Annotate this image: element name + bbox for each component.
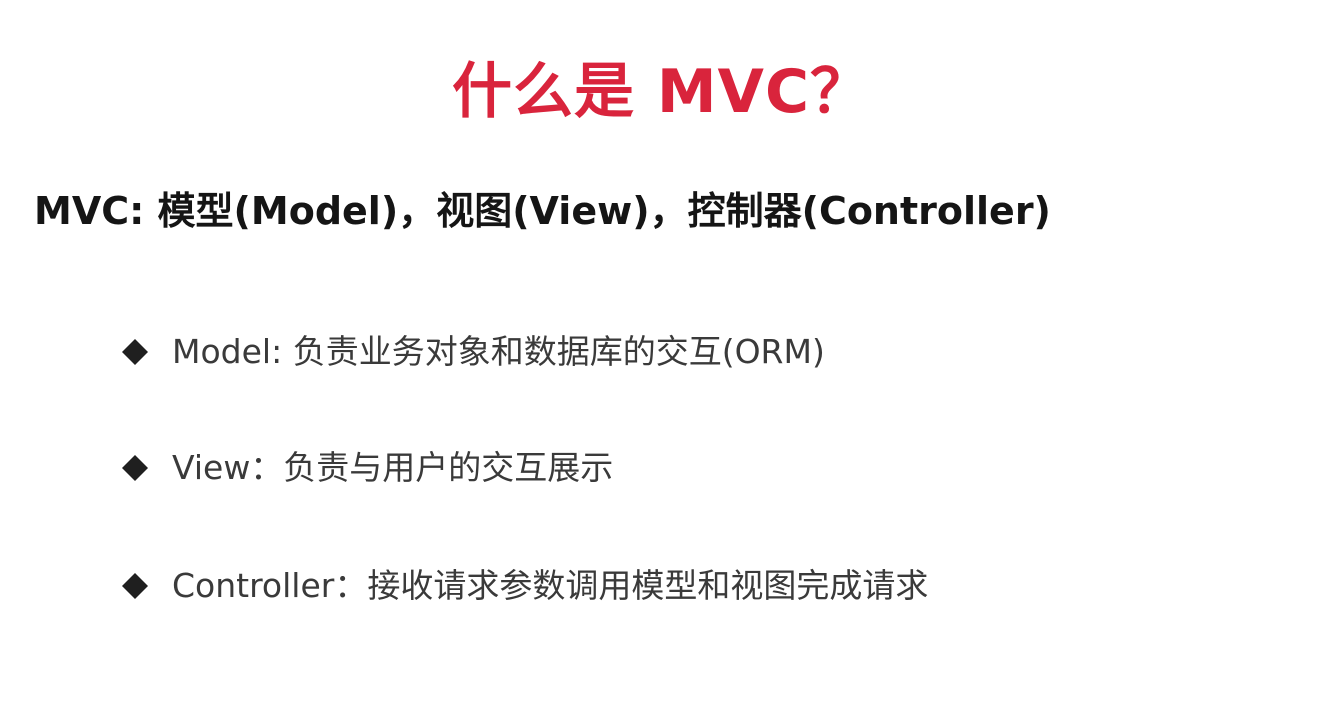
slide-title: 什么是 MVC？ bbox=[451, 57, 872, 127]
diamond-bullet-icon bbox=[120, 337, 150, 367]
bullet-item-controller: Controller：接收请求参数调用模型和视图完成请求 bbox=[120, 556, 928, 616]
slide-subtitle: MVC: 模型(Model)，视图(View)，控制器(Controller) bbox=[34, 189, 1051, 233]
diamond-bullet-icon bbox=[120, 571, 150, 601]
bullet-text: Model: 负责业务对象和数据库的交互(ORM) bbox=[172, 332, 825, 371]
bullet-text: View：负责与用户的交互展示 bbox=[172, 448, 614, 487]
bullet-text: Controller：接收请求参数调用模型和视图完成请求 bbox=[172, 566, 929, 605]
slide: 什么是 MVC？ MVC: 模型(Model)，视图(View)，控制器(Con… bbox=[0, 0, 1323, 710]
diamond-bullet-icon bbox=[120, 453, 150, 483]
bullet-item-view: View：负责与用户的交互展示 bbox=[120, 438, 613, 498]
bullet-item-model: Model: 负责业务对象和数据库的交互(ORM) bbox=[120, 322, 825, 382]
